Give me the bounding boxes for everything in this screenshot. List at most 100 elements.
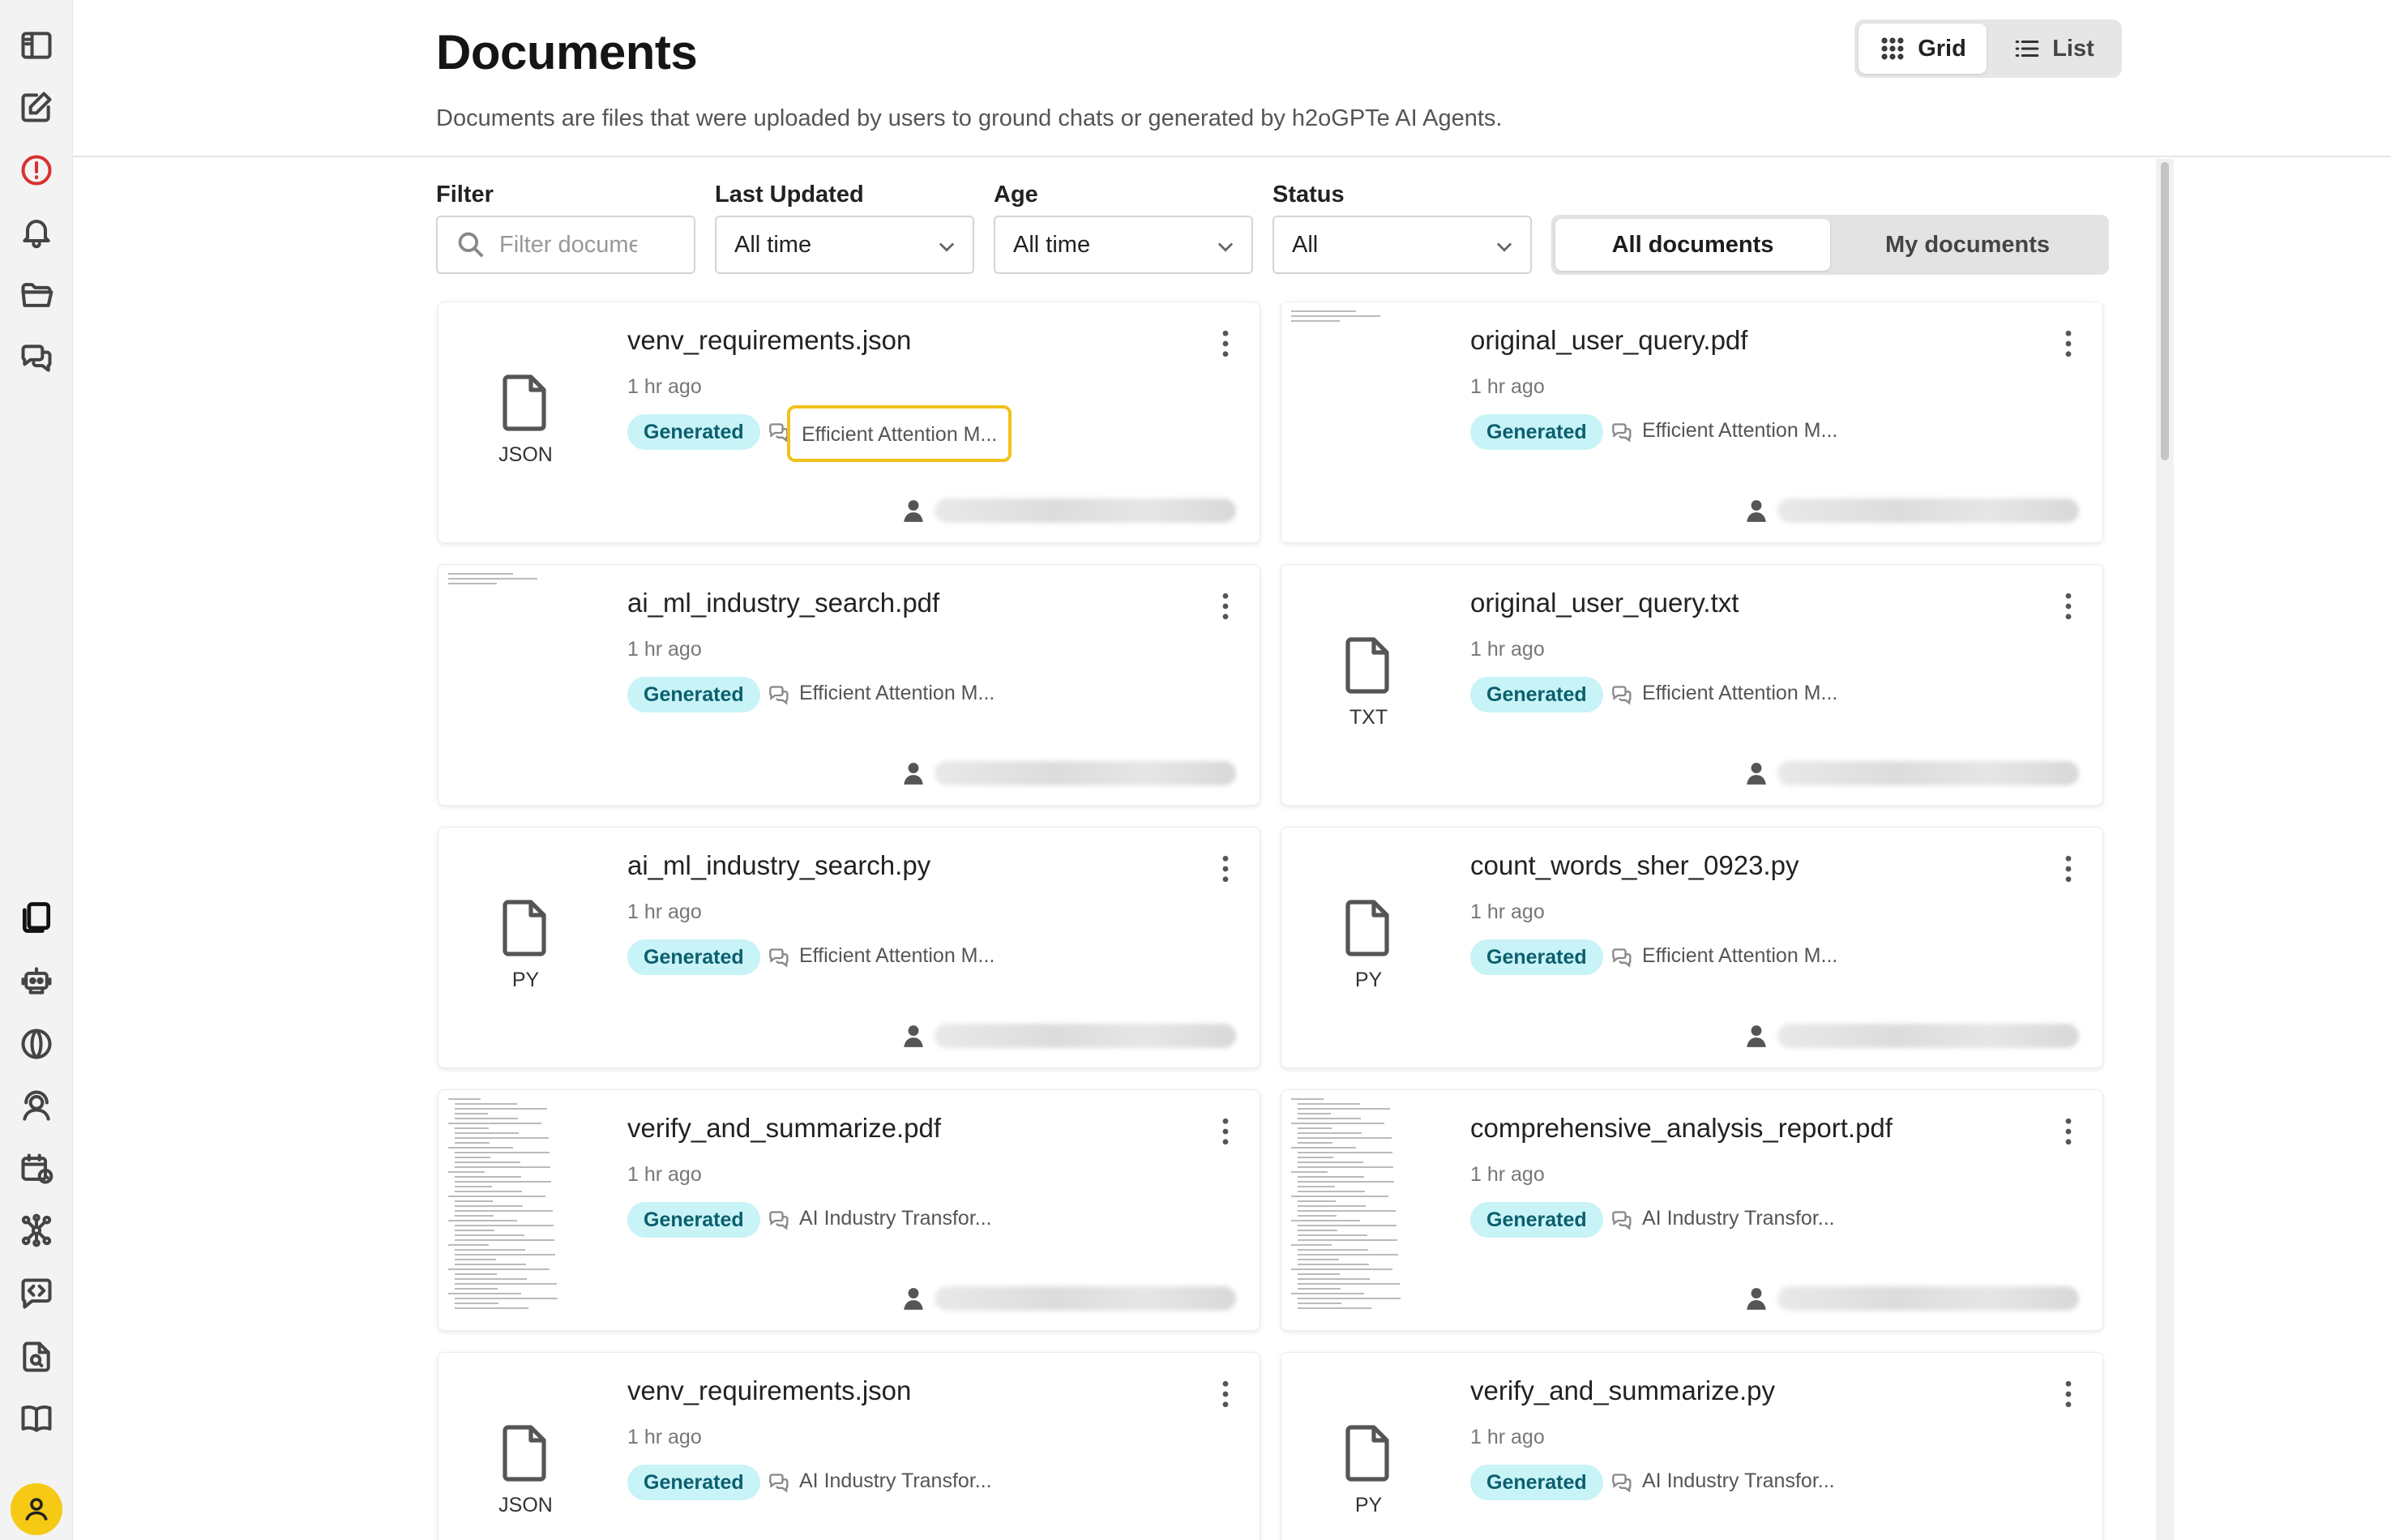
document-search-icon[interactable] — [17, 1337, 56, 1376]
more-options-icon[interactable] — [2064, 330, 2073, 357]
filter-input[interactable] — [499, 231, 637, 259]
workflows-icon[interactable] — [17, 1211, 56, 1250]
document-thumbnail: JSON — [438, 302, 613, 544]
all-documents-button[interactable]: All documents — [1555, 219, 1830, 271]
scope-toggle: All documents My documents — [1551, 215, 2109, 275]
user-icon — [1746, 761, 1767, 785]
status-select[interactable]: All — [1272, 216, 1532, 274]
view-toggle: Grid List — [1854, 19, 2122, 78]
my-documents-button[interactable]: My documents — [1830, 219, 2105, 271]
chat-link[interactable]: AI Industry Transfor... — [799, 1207, 992, 1230]
file-icon — [502, 899, 550, 957]
chats-icon[interactable] — [17, 339, 56, 378]
bell-icon[interactable] — [17, 212, 56, 251]
document-name[interactable]: venv_requirements.json — [627, 1375, 911, 1406]
chat-link[interactable]: Efficient Attention M... — [1642, 682, 1837, 705]
chat-icon — [1611, 422, 1634, 443]
code-icon[interactable] — [17, 1274, 56, 1313]
document-card[interactable]: JSON venv_requirements.json 1 hr ago Genera… — [438, 302, 1260, 543]
chat-icon — [1611, 1210, 1634, 1231]
document-updated-time: 1 hr ago — [627, 900, 702, 923]
chat-link[interactable]: Efficient Attention M... — [787, 405, 1012, 462]
chat-link[interactable]: AI Industry Transfor... — [1642, 1469, 1835, 1493]
document-owner — [935, 498, 1236, 523]
file-icon — [502, 1424, 550, 1482]
document-name[interactable]: ai_ml_industry_search.py — [627, 850, 930, 881]
page-title: Documents — [436, 25, 698, 79]
file-extension: PY — [511, 969, 540, 991]
chat-link[interactable]: Efficient Attention M... — [1642, 419, 1837, 443]
alert-icon[interactable] — [17, 151, 56, 190]
chat-link[interactable]: AI Industry Transfor... — [1642, 1207, 1835, 1230]
document-name[interactable]: ai_ml_industry_search.pdf — [627, 588, 939, 618]
document-thumbnail: PY — [1281, 1353, 1456, 1540]
chat-icon — [768, 1210, 791, 1231]
age-select[interactable]: All time — [994, 216, 1253, 274]
document-name[interactable]: count_words_sher_0923.py — [1470, 850, 1799, 881]
status-badge: Generated — [627, 1202, 760, 1238]
document-name[interactable]: original_user_query.pdf — [1470, 325, 1747, 356]
user-icon — [903, 1286, 924, 1311]
more-options-icon[interactable] — [2064, 592, 2073, 620]
document-updated-time: 1 hr ago — [627, 638, 702, 661]
status-badge: Generated — [1470, 1202, 1603, 1238]
models-icon[interactable] — [17, 1025, 56, 1063]
document-card[interactable]: original_user_query.pdf 1 hr ago Generated… — [1281, 302, 2103, 543]
more-options-icon[interactable] — [1221, 1380, 1230, 1408]
document-updated-time: 1 hr ago — [1470, 638, 1545, 661]
chat-link[interactable]: Efficient Attention M... — [799, 682, 994, 705]
documents-icon[interactable] — [17, 898, 56, 937]
agents-icon[interactable] — [17, 961, 56, 1000]
folder-icon[interactable] — [17, 276, 56, 314]
list-view-button[interactable]: List — [1990, 24, 2118, 74]
grid-view-button[interactable]: Grid — [1858, 24, 1987, 74]
last-updated-select[interactable]: All time — [715, 216, 974, 274]
file-extension: TXT — [1349, 706, 1388, 729]
more-options-icon[interactable] — [2064, 855, 2073, 883]
sidebar — [0, 0, 73, 1540]
more-options-icon[interactable] — [1221, 592, 1230, 620]
schedule-icon[interactable] — [17, 1149, 56, 1188]
document-card[interactable]: verify_and_summarize.pdf 1 hr ago Generate… — [438, 1089, 1260, 1331]
status-badge: Generated — [627, 414, 760, 450]
document-card[interactable]: PY count_words_sher_0923.py 1 hr ago Genera… — [1281, 827, 2103, 1068]
document-owner — [935, 1024, 1236, 1048]
avatar[interactable] — [11, 1483, 62, 1535]
chevron-down-icon — [1493, 235, 1516, 258]
list-icon — [2015, 40, 2039, 58]
more-options-icon[interactable] — [1221, 1118, 1230, 1145]
file-icon — [1345, 899, 1393, 957]
more-options-icon[interactable] — [2064, 1118, 2073, 1145]
chat-link[interactable]: Efficient Attention M... — [799, 944, 994, 968]
document-owner — [935, 1286, 1236, 1311]
document-name[interactable]: venv_requirements.json — [627, 325, 911, 356]
document-name[interactable]: original_user_query.txt — [1470, 588, 1739, 618]
scrollbar-thumb[interactable] — [2161, 162, 2169, 460]
document-card[interactable]: ai_ml_industry_search.pdf 1 hr ago Generat… — [438, 564, 1260, 806]
document-name[interactable]: verify_and_summarize.py — [1470, 1375, 1775, 1406]
more-options-icon[interactable] — [1221, 855, 1230, 883]
list-view-label: List — [2052, 35, 2094, 62]
book-icon[interactable] — [17, 1399, 56, 1438]
document-card[interactable]: PY verify_and_summarize.py 1 hr ago Generat… — [1281, 1352, 2103, 1540]
document-card[interactable]: TXT original_user_query.txt 1 hr ago Genera… — [1281, 564, 2103, 806]
document-name[interactable]: comprehensive_analysis_report.pdf — [1470, 1113, 1893, 1144]
user-icon — [1746, 1024, 1767, 1048]
more-options-icon[interactable] — [2064, 1380, 2073, 1408]
header-divider — [73, 156, 2391, 157]
chevron-down-icon — [1214, 235, 1237, 258]
grid-icon — [1881, 37, 1904, 60]
support-icon[interactable] — [17, 1086, 56, 1125]
document-owner — [1777, 498, 2079, 523]
document-name[interactable]: verify_and_summarize.pdf — [627, 1113, 941, 1144]
document-card[interactable]: comprehensive_analysis_report.pdf 1 hr ag… — [1281, 1089, 2103, 1331]
document-card[interactable]: PY ai_ml_industry_search.py 1 hr ago Genera… — [438, 827, 1260, 1068]
document-card[interactable]: JSON venv_requirements.json 1 hr ago Genera… — [438, 1352, 1260, 1540]
sidebar-toggle-icon[interactable] — [17, 26, 56, 65]
chat-link[interactable]: AI Industry Transfor... — [799, 1469, 992, 1493]
new-chat-icon[interactable] — [17, 88, 56, 126]
filter-field — [436, 216, 695, 274]
chat-link[interactable]: Efficient Attention M... — [1642, 944, 1837, 968]
document-updated-time: 1 hr ago — [627, 1426, 702, 1448]
more-options-icon[interactable] — [1221, 330, 1230, 357]
